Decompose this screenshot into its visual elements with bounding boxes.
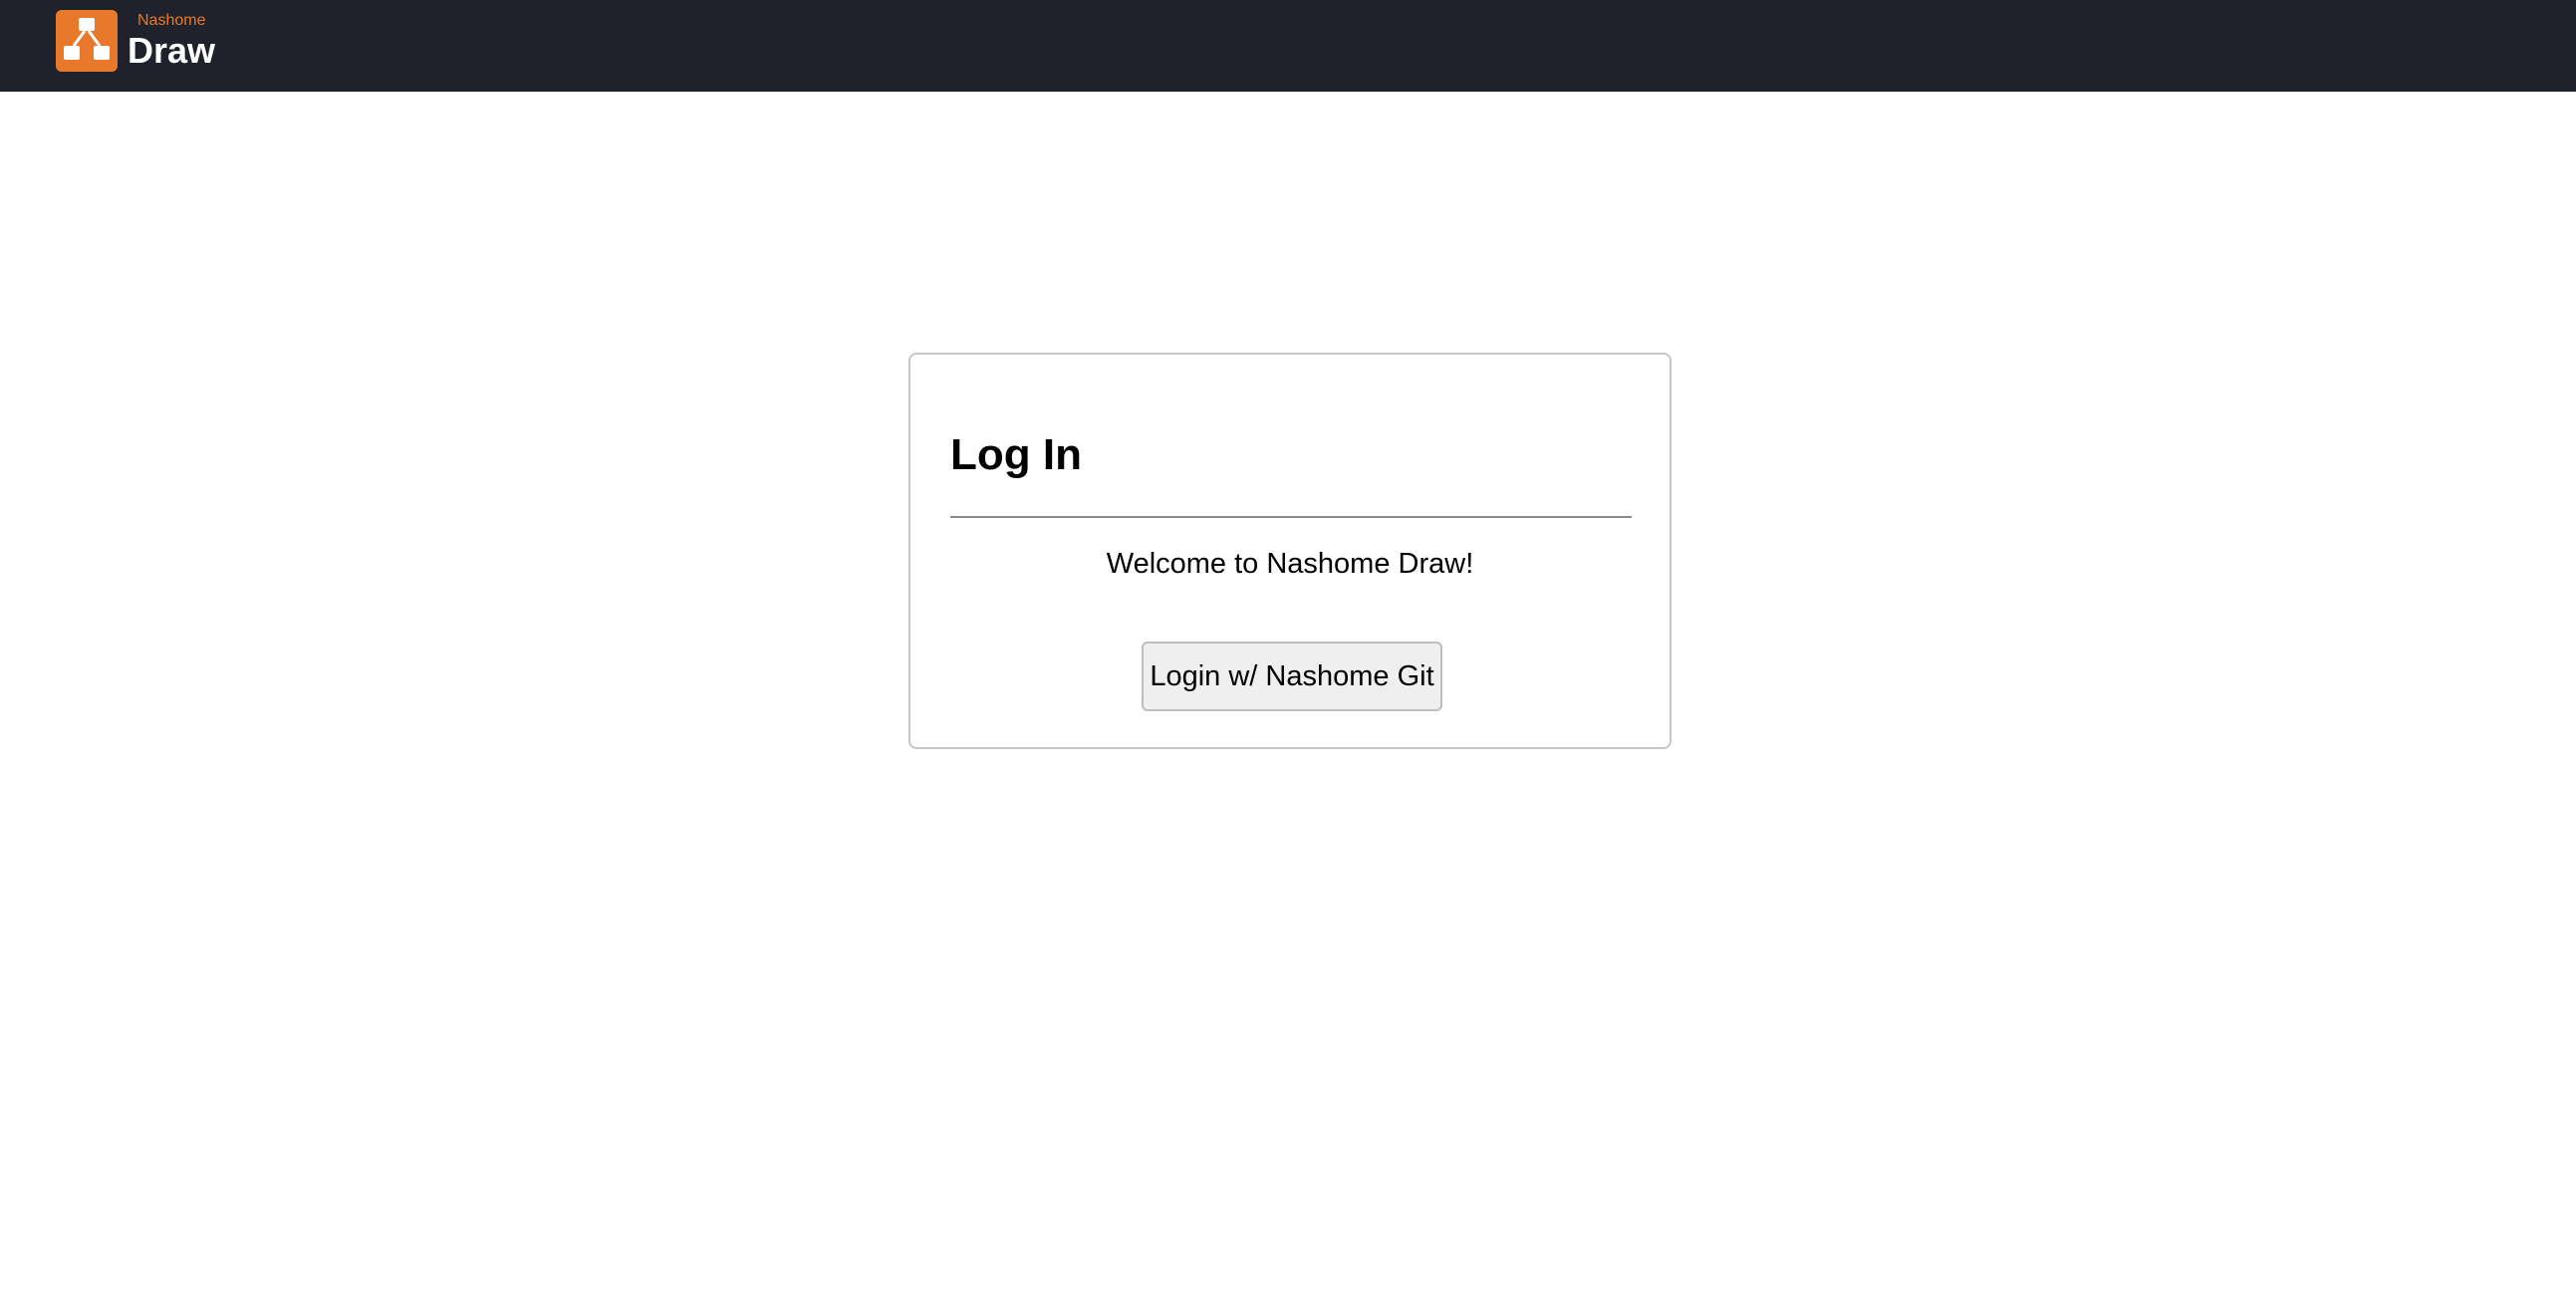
page-title: Log In [950, 430, 1082, 479]
brand-title: Draw [128, 30, 216, 71]
brand-link[interactable]: Nashome Draw [56, 10, 267, 72]
top-navbar: Nashome Draw [0, 0, 2576, 92]
title-divider [950, 516, 1632, 518]
brand-text: Nashome Draw [128, 10, 267, 72]
diagram-nodes-icon [56, 10, 118, 72]
login-card: Log In Welcome to Nashome Draw! Login w/… [908, 353, 1672, 749]
login-button[interactable]: Login w/ Nashome Git [1142, 642, 1442, 711]
welcome-message: Welcome to Nashome Draw! [1106, 548, 1474, 580]
brand-subtitle: Nashome [137, 12, 206, 29]
